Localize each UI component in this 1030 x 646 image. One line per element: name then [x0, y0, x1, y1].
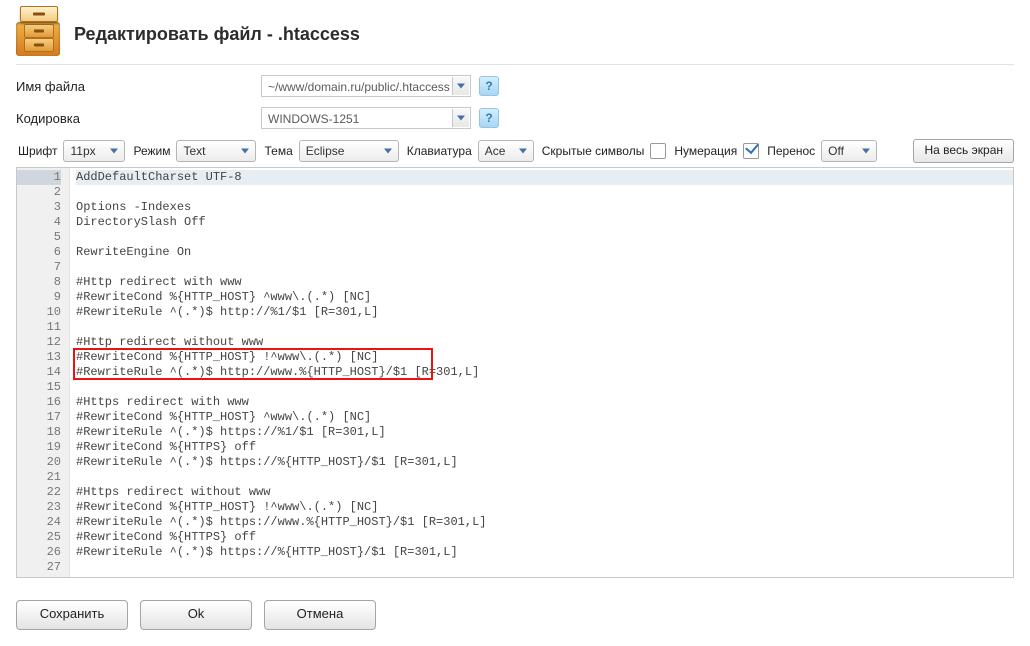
filename-value: ~/www/domain.ru/public/.htaccess: [268, 80, 450, 94]
gutter-line: 18: [17, 425, 61, 440]
gutter-line: 10: [17, 305, 61, 320]
code-line[interactable]: #RewriteCond %{HTTP_HOST} !^www\.(.*) [N…: [76, 350, 1013, 365]
gutter-line: 9: [17, 290, 61, 305]
wrap-value: Off: [828, 144, 844, 158]
fullscreen-button[interactable]: На весь экран: [913, 139, 1014, 163]
gutter-line: 8: [17, 275, 61, 290]
gutter-line: 19: [17, 440, 61, 455]
help-icon[interactable]: ?: [479, 76, 499, 96]
gutter-line: 16: [17, 395, 61, 410]
help-icon[interactable]: ?: [479, 108, 499, 128]
encoding-value: WINDOWS-1251: [268, 112, 359, 126]
code-line[interactable]: #RewriteRule ^(.*)$ https://%{HTTP_HOST}…: [76, 455, 1013, 470]
code-line[interactable]: [76, 560, 1013, 575]
gutter-line: 4: [17, 215, 61, 230]
code-line[interactable]: #RewriteCond %{HTTP_HOST} ^www\.(.*) [NC…: [76, 410, 1013, 425]
gutter-line: 2: [17, 185, 61, 200]
hidden-checkbox[interactable]: [650, 143, 666, 159]
font-select[interactable]: 11px: [63, 140, 125, 162]
code-line[interactable]: #Http redirect without www: [76, 335, 1013, 350]
code-line[interactable]: #RewriteCond %{HTTP_HOST} !^www\.(.*) [N…: [76, 500, 1013, 515]
code-line[interactable]: #RewriteRule ^(.*)$ https://www.%{HTTP_H…: [76, 515, 1013, 530]
code-line[interactable]: [76, 260, 1013, 275]
dropdown-arrow-icon[interactable]: [452, 77, 469, 95]
code-line[interactable]: RewriteEngine On: [76, 245, 1013, 260]
code-line[interactable]: #Https redirect with www: [76, 395, 1013, 410]
gutter-line: 25: [17, 530, 61, 545]
keyboard-label: Клавиатура: [407, 144, 472, 158]
dropdown-arrow-icon[interactable]: [452, 109, 469, 127]
gutter-line: 24: [17, 515, 61, 530]
ok-button[interactable]: Ok: [140, 600, 252, 630]
page-title: Редактировать файл - .htaccess: [74, 24, 360, 45]
mode-select[interactable]: Text: [176, 140, 256, 162]
cabinet-icon: [16, 12, 60, 56]
code-line[interactable]: [76, 380, 1013, 395]
code-line[interactable]: #RewriteRule ^(.*)$ https://%{HTTP_HOST}…: [76, 545, 1013, 560]
code-line[interactable]: #Http redirect with www: [76, 275, 1013, 290]
code-line[interactable]: Options -Indexes: [76, 200, 1013, 215]
gutter-line: 23: [17, 500, 61, 515]
keyboard-select[interactable]: Ace: [478, 140, 534, 162]
numbering-checkbox[interactable]: [743, 143, 759, 159]
code-line[interactable]: [76, 320, 1013, 335]
editor-container: 1234567891011121314151617181920212223242…: [16, 167, 1014, 578]
keyboard-value: Ace: [485, 144, 506, 158]
gutter-line: 26: [17, 545, 61, 560]
code-line[interactable]: #RewriteCond %{HTTP_HOST} ^www\.(.*) [NC…: [76, 290, 1013, 305]
gutter-line: 22: [17, 485, 61, 500]
gutter-line: 1: [17, 170, 61, 185]
code-area[interactable]: AddDefaultCharset UTF-8 Options -IndexesD…: [70, 168, 1013, 577]
mode-label: Режим: [133, 144, 170, 158]
gutter-line: 27: [17, 560, 61, 575]
wrap-select[interactable]: Off: [821, 140, 877, 162]
encoding-select[interactable]: WINDOWS-1251: [261, 107, 471, 129]
gutter-line: 17: [17, 410, 61, 425]
gutter-line: 7: [17, 260, 61, 275]
font-label: Шрифт: [18, 144, 57, 158]
code-line[interactable]: AddDefaultCharset UTF-8: [76, 170, 1013, 185]
gutter-line: 3: [17, 200, 61, 215]
gutter-line: 15: [17, 380, 61, 395]
filename-label: Имя файла: [16, 79, 261, 94]
code-line[interactable]: [76, 230, 1013, 245]
cancel-button[interactable]: Отмена: [264, 600, 376, 630]
gutter-line: 12: [17, 335, 61, 350]
font-value: 11px: [70, 144, 95, 158]
code-line[interactable]: #Https redirect without www: [76, 485, 1013, 500]
line-gutter: 1234567891011121314151617181920212223242…: [17, 168, 70, 577]
gutter-line: 21: [17, 470, 61, 485]
gutter-line: 13: [17, 350, 61, 365]
gutter-line: 6: [17, 245, 61, 260]
filename-input[interactable]: ~/www/domain.ru/public/.htaccess: [261, 75, 471, 97]
theme-label: Тема: [264, 144, 292, 158]
gutter-line: 5: [17, 230, 61, 245]
code-line[interactable]: #RewriteRule ^(.*)$ http://%1/$1 [R=301,…: [76, 305, 1013, 320]
code-line[interactable]: #RewriteCond %{HTTPS} off: [76, 530, 1013, 545]
header-bar: Редактировать файл - .htaccess: [16, 8, 1014, 65]
hidden-label: Скрытые символы: [542, 144, 645, 158]
code-editor[interactable]: 1234567891011121314151617181920212223242…: [17, 168, 1013, 577]
theme-value: Eclipse: [306, 144, 345, 158]
code-line[interactable]: DirectorySlash Off: [76, 215, 1013, 230]
code-line[interactable]: [76, 470, 1013, 485]
wrap-label: Перенос: [767, 144, 815, 158]
code-line[interactable]: #RewriteRule ^(.*)$ https://%1/$1 [R=301…: [76, 425, 1013, 440]
dialog-buttons: Сохранить Ok Отмена: [16, 600, 1014, 630]
numbering-label: Нумерация: [674, 144, 737, 158]
code-line[interactable]: #RewriteRule ^(.*)$ http://www.%{HTTP_HO…: [76, 365, 1013, 380]
code-line[interactable]: [76, 185, 1013, 200]
gutter-line: 14: [17, 365, 61, 380]
save-button[interactable]: Сохранить: [16, 600, 128, 630]
theme-select[interactable]: Eclipse: [299, 140, 399, 162]
gutter-line: 20: [17, 455, 61, 470]
code-line[interactable]: #RewriteCond %{HTTPS} off: [76, 440, 1013, 455]
gutter-line: 11: [17, 320, 61, 335]
mode-value: Text: [183, 144, 205, 158]
editor-toolbar: Шрифт 11px Режим Text Тема Eclipse Клави…: [16, 139, 1014, 163]
encoding-label: Кодировка: [16, 111, 261, 126]
